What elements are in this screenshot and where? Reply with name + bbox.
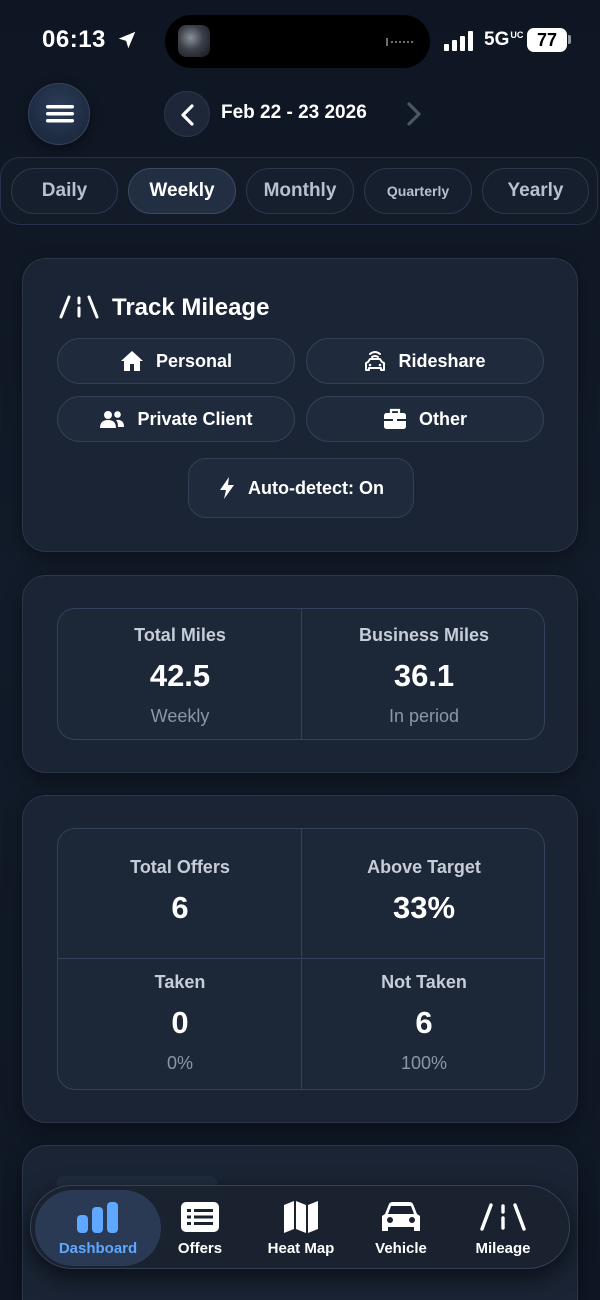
not-taken-stat: Not Taken 6 100% <box>302 972 544 1074</box>
tab-yearly[interactable]: Yearly <box>482 168 589 214</box>
road-icon <box>59 295 99 319</box>
tab-vehicle-label: Vehicle <box>375 1239 427 1257</box>
business-miles-value: 36.1 <box>393 658 455 693</box>
list-icon <box>181 1201 219 1232</box>
tab-vehicle[interactable]: Vehicle <box>351 1186 451 1270</box>
taken-percent: 0% <box>166 1053 193 1073</box>
personal-button[interactable]: Personal <box>57 338 295 384</box>
taken-stat: Taken 0 0% <box>58 972 302 1074</box>
offers-summary-card: Total Offers 6 Above Target 33% Taken 0 … <box>22 795 578 1123</box>
personal-label: Personal <box>155 350 233 371</box>
private-client-label: Private Client <box>137 408 253 429</box>
total-offers-value: 6 <box>171 890 189 925</box>
battery-cap <box>568 35 571 44</box>
lightning-icon <box>220 477 234 499</box>
tab-dashboard-label: Dashboard <box>58 1239 138 1257</box>
miles-summary-card: Total Miles 42.5 Weekly Business Miles 3… <box>22 575 578 773</box>
status-time: 06:13 <box>42 26 106 53</box>
road-icon <box>480 1202 526 1231</box>
tab-heat-map-label: Heat Map <box>267 1239 335 1257</box>
above-target-stat: Above Target 33% <box>302 857 544 926</box>
users-icon <box>100 411 125 428</box>
auto-detect-button[interactable]: Auto-detect: On <box>188 458 414 518</box>
not-taken-label: Not Taken <box>381 972 467 992</box>
above-target-value: 33% <box>392 890 456 925</box>
not-taken-percent: 100% <box>400 1053 448 1073</box>
total-miles-period: Weekly <box>150 706 210 726</box>
tab-mileage[interactable]: Mileage <box>453 1186 553 1270</box>
network-type: 5GUC <box>484 29 524 50</box>
briefcase-icon <box>383 408 406 429</box>
taken-value: 0 <box>171 1005 189 1040</box>
chevron-left-icon <box>181 104 194 126</box>
tab-quarterly[interactable]: Quarterly <box>364 168 472 214</box>
date-range-label: Feb 22 - 23 2026 <box>221 102 367 123</box>
total-offers-label: Total Offers <box>130 857 230 877</box>
tab-monthly[interactable]: Monthly <box>246 168 354 214</box>
business-miles-label: Business Miles <box>358 625 490 645</box>
track-mileage-card: Track Mileage Personal Rideshare Private… <box>22 258 578 552</box>
car-icon <box>365 351 386 371</box>
total-miles-value: 42.5 <box>149 658 211 693</box>
private-client-button[interactable]: Private Client <box>57 396 295 442</box>
offers-stat-grid: Total Offers 6 Above Target 33% Taken 0 … <box>57 828 545 1090</box>
tab-mileage-label: Mileage <box>475 1239 531 1257</box>
car-icon <box>382 1201 420 1231</box>
tab-dashboard[interactable]: Dashboard <box>35 1190 161 1266</box>
track-mileage-title: Track Mileage <box>112 294 270 321</box>
rideshare-label: Rideshare <box>398 350 486 371</box>
dynamic-island[interactable] <box>165 15 430 68</box>
status-bar: 06:13 5GUC 77 <box>0 0 600 80</box>
not-taken-value: 6 <box>415 1005 433 1040</box>
bar-chart-icon <box>77 1201 118 1233</box>
cellular-signal-icon <box>444 31 473 51</box>
house-icon <box>120 351 143 371</box>
miles-stat-grid: Total Miles 42.5 Weekly Business Miles 3… <box>57 608 545 740</box>
other-button[interactable]: Other <box>306 396 544 442</box>
tab-offers[interactable]: Offers <box>150 1186 250 1270</box>
hamburger-icon <box>46 105 74 123</box>
tab-heat-map[interactable]: Heat Map <box>251 1186 351 1270</box>
map-icon <box>284 1200 318 1233</box>
auto-detect-label: Auto-detect: On <box>248 477 384 498</box>
menu-button[interactable] <box>28 83 90 145</box>
battery-level: 77 <box>527 28 567 52</box>
total-miles-label: Total Miles <box>134 625 226 645</box>
rideshare-button[interactable]: Rideshare <box>306 338 544 384</box>
business-miles-period: In period <box>388 706 460 726</box>
bottom-tab-bar: Dashboard Offers Heat Map Vehicle Mileag… <box>30 1185 570 1269</box>
above-target-label: Above Target <box>367 857 481 877</box>
grid-divider-horizontal <box>58 958 544 959</box>
previous-period-button[interactable] <box>164 91 210 137</box>
other-label: Other <box>418 408 467 429</box>
location-arrow-icon <box>118 31 136 49</box>
total-offers-stat: Total Offers 6 <box>58 857 302 926</box>
now-playing-thumbnail <box>178 25 210 57</box>
total-miles-stat: Total Miles 42.5 Weekly <box>58 625 302 727</box>
next-period-chevron-icon[interactable] <box>402 100 426 128</box>
business-miles-stat: Business Miles 36.1 In period <box>302 625 544 727</box>
tab-daily[interactable]: Daily <box>11 168 118 214</box>
audio-wave-icon <box>386 38 413 46</box>
tab-offers-label: Offers <box>177 1239 223 1257</box>
tab-weekly[interactable]: Weekly <box>128 168 236 214</box>
taken-label: Taken <box>154 972 206 992</box>
